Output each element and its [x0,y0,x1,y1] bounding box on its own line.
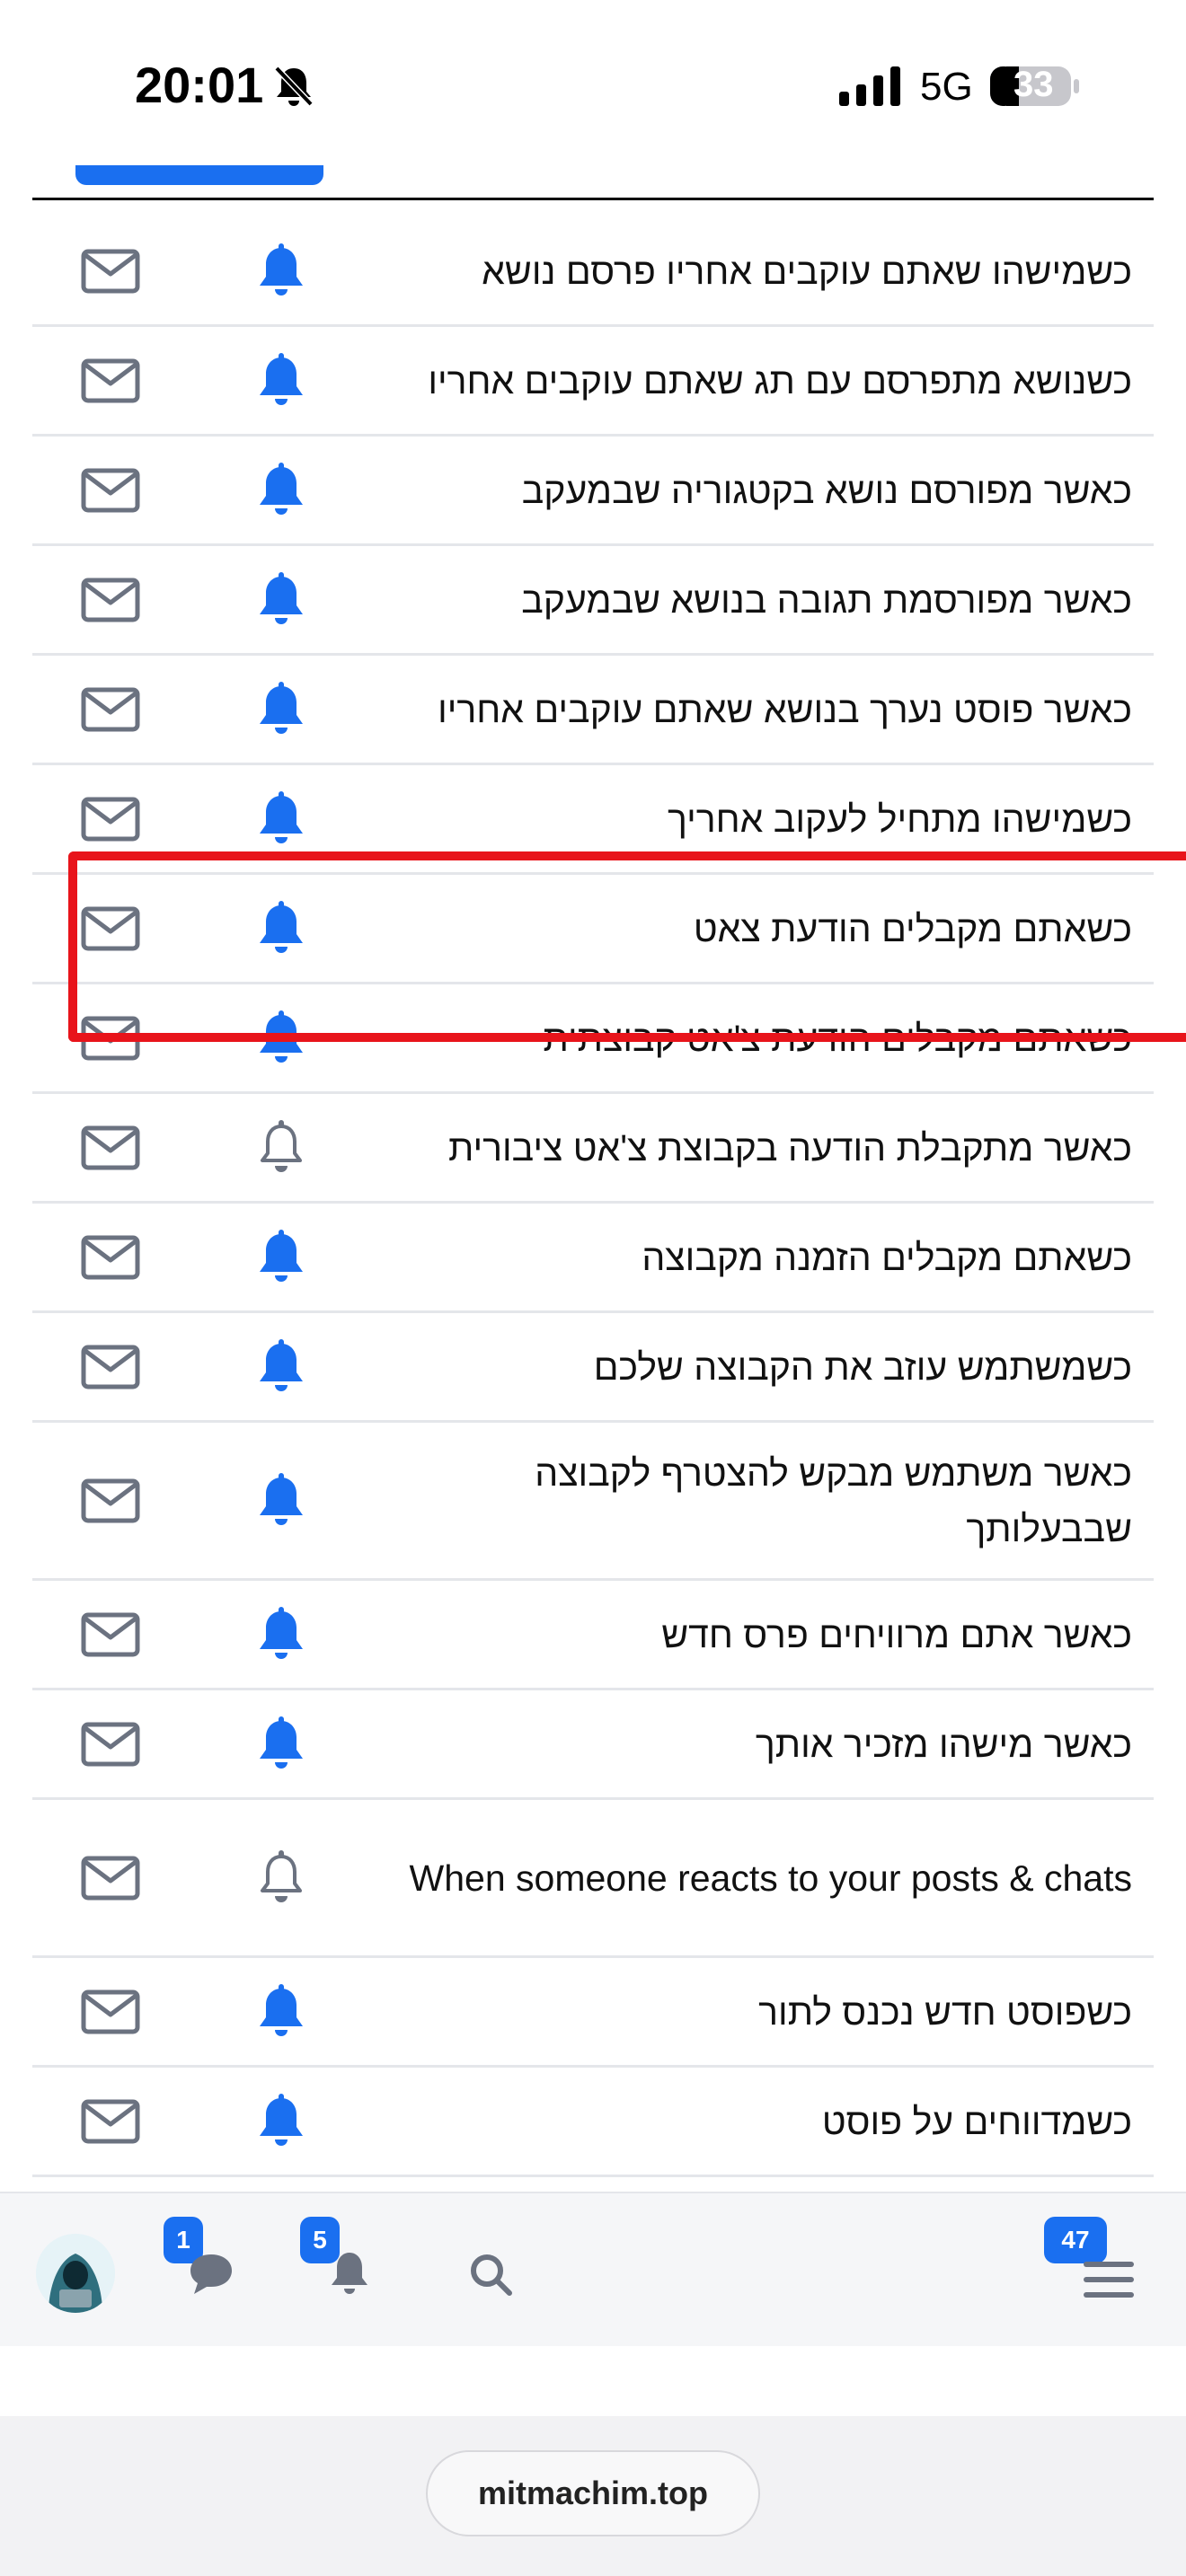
notification-setting-row: כאשר משתמש מבקש להצטרף לקבוצה שבבעלותך [32,1423,1154,1581]
email-notification-toggle-icon[interactable] [81,1989,140,2034]
bell-active-icon[interactable] [255,352,307,409]
bell-active-icon[interactable] [255,462,307,518]
notification-setting-row: כשמשתמש עוזב את הקבוצה שלכם [32,1313,1154,1423]
highlight-annotation [68,851,1186,1042]
email-notification-toggle-icon[interactable] [81,358,140,403]
bell-active-icon[interactable] [255,1229,307,1285]
setting-label: כשמישהו שאתם עוקבים אחריו פרסם נושא [482,250,1132,292]
setting-label: כאשר מתקבלת הודעה בקבוצת צ'אט ציבורית [447,1126,1132,1169]
status-bar: 20:01 5G 33 [0,0,1186,171]
setting-label: כשמישהו מתחיל לעקוב אחריך [668,798,1132,840]
setting-label: כשנושא מתפרסם עם תג שאתם עוקבים אחריו [428,359,1132,401]
chat-icon[interactable] [187,2249,235,2298]
notification-settings-list: כשמישהו שאתם עוקבים אחריו פרסם נושא כשנוש… [32,217,1154,2177]
search-icon[interactable] [467,2251,514,2298]
bell-active-icon[interactable] [255,1716,307,1772]
notification-setting-row: כאשר מפורסמת תגובה בנושא שבמעקב [32,546,1154,656]
bell-active-icon[interactable] [255,681,307,737]
setting-label: כשאתם מקבלים הזמנה מקבוצה [642,1236,1132,1278]
email-notification-toggle-icon[interactable] [81,1722,140,1767]
status-time: 20:01 [135,57,264,113]
bell-active-icon[interactable] [255,243,307,299]
email-notification-toggle-icon[interactable] [81,2099,140,2144]
notification-setting-row: כאשר מישהו מזכיר אותך [32,1690,1154,1800]
setting-label: כאשר משתמש מבקש להצטרף לקבוצה שבבעלותך [535,1451,1132,1549]
battery-level: 33 [1013,65,1054,104]
notification-setting-row: כאשר מתקבלת הודעה בקבוצת צ'אט ציבורית [32,1094,1154,1204]
setting-label: כאשר אתם מרוויחים פרס חדש [661,1613,1132,1655]
bell-icon[interactable] [329,2249,370,2298]
browser-toolbar: mitmachim.top [0,2416,1186,2576]
notification-setting-row: כשמישהו שאתם עוקבים אחריו פרסם נושא [32,217,1154,327]
bell-active-icon[interactable] [255,2093,307,2149]
notification-setting-row: When someone reacts to your posts & chat… [32,1800,1154,1958]
email-notification-toggle-icon[interactable] [81,687,140,732]
bell-active-icon[interactable] [255,1606,307,1663]
email-notification-toggle-icon[interactable] [81,1235,140,1280]
bell-active-icon[interactable] [255,1983,307,2040]
bell-active-icon[interactable] [255,571,307,628]
hamburger-menu-icon[interactable] [1084,2258,1134,2301]
menu-badge: 47 [1044,2217,1107,2263]
email-notification-toggle-icon[interactable] [81,1478,140,1523]
bell-slash-icon [274,66,314,107]
bell-active-icon[interactable] [255,1338,307,1395]
notification-setting-row: כשנושא מתפרסם עם תג שאתם עוקבים אחריו [32,327,1154,437]
network-type: 5G [920,65,973,109]
setting-label: כשמדווחים על פוסט [821,2100,1132,2142]
setting-label: כאשר מפורסם נושא בקטגוריה שבמעקב [521,469,1132,511]
bell-inactive-icon[interactable] [255,1849,307,1906]
bell-active-icon[interactable] [255,790,307,847]
bell-active-icon[interactable] [255,1472,307,1529]
hacker-avatar-icon [36,2234,115,2313]
notification-setting-row: כאשר פוסט נערך בנושא שאתם עוקבים אחריו [32,656,1154,765]
email-notification-toggle-icon[interactable] [81,1612,140,1657]
setting-label: כשפוסט חדש נכנס לתור [758,1990,1132,2033]
email-notification-toggle-icon[interactable] [81,1125,140,1170]
notification-setting-row: כשפוסט חדש נכנס לתור [32,1958,1154,2068]
email-notification-toggle-icon[interactable] [81,1856,140,1901]
email-notification-toggle-icon[interactable] [81,468,140,513]
notification-setting-row: כשאתם מקבלים הזמנה מקבוצה [32,1204,1154,1313]
setting-label: כשמשתמש עוזב את הקבוצה שלכם [593,1345,1132,1388]
notification-setting-row: כאשר אתם מרוויחים פרס חדש [32,1581,1154,1690]
setting-label: When someone reacts to your posts & chat… [409,1857,1132,1899]
setting-label: כאשר מפורסמת תגובה בנושא שבמעקב [521,578,1132,621]
tab-divider [32,198,1154,200]
email-notification-toggle-icon[interactable] [81,1345,140,1389]
email-notification-toggle-icon[interactable] [81,797,140,842]
bell-inactive-icon[interactable] [255,1119,307,1176]
setting-label: כאשר פוסט נערך בנושא שאתם עוקבים אחריו [438,688,1132,730]
email-notification-toggle-icon[interactable] [81,578,140,622]
cellular-signal-icon [839,66,900,106]
notification-setting-row: כשמדווחים על פוסט [32,2068,1154,2177]
email-notification-toggle-icon[interactable] [81,249,140,294]
bottom-navigation: 1 5 47 [0,2192,1186,2346]
notification-setting-row: כאשר מפורסם נושא בקטגוריה שבמעקב [32,437,1154,546]
setting-label: כאשר מישהו מזכיר אותך [755,1723,1132,1765]
active-tab-indicator [75,165,323,185]
url-bar[interactable]: mitmachim.top [426,2450,760,2536]
user-avatar[interactable] [36,2234,115,2313]
